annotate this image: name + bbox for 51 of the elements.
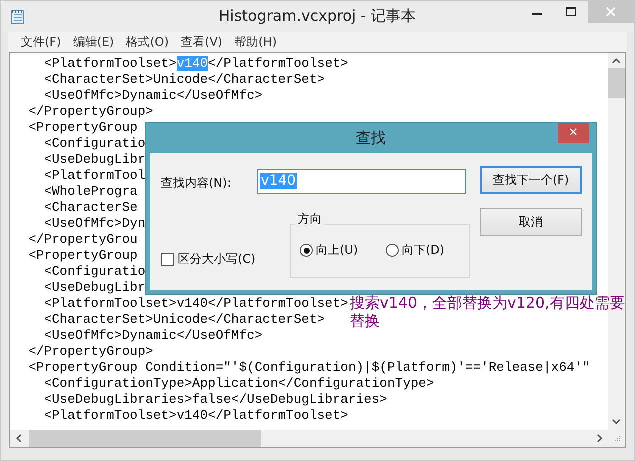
code-line: <UseOfMfc>Dynamic</UseOfMfc> xyxy=(43,328,263,344)
menu-item[interactable]: 编辑(E) xyxy=(69,34,118,50)
code-line: <CharacterSet>Unicode</CharacterSet> xyxy=(43,72,326,88)
scroll-right-icon[interactable] xyxy=(596,434,602,443)
code-line: <UseDebugLibr xyxy=(43,152,146,168)
annotation-text: 搜索v140，全部替换为v120,有四处需要替换 xyxy=(350,294,626,330)
code-line: <UseOfMfc>Dynamic</UseOfMfc> xyxy=(43,88,263,104)
maximize-icon xyxy=(566,7,576,17)
dialog-title: 查找 xyxy=(356,128,386,148)
code-line: <PropertyGroup Condition="'$(Configuration)|$(Platform)'=='Release|x64'" xyxy=(28,360,590,376)
scrollbar-thumb[interactable] xyxy=(608,68,625,98)
find-label: 查找内容(N): xyxy=(161,175,232,192)
code-line: <CharacterSet>Unicode</CharacterSet> xyxy=(43,312,326,328)
find-next-button[interactable]: 查找下一个(F) xyxy=(480,166,582,194)
menu-item[interactable]: 格式(O) xyxy=(122,34,174,50)
scroll-down-icon[interactable] xyxy=(612,419,621,425)
window-title: Histogram.vcxproj - 记事本 xyxy=(218,7,416,25)
code-line: <Configuratio xyxy=(43,264,146,280)
scroll-left-icon[interactable] xyxy=(16,434,22,443)
code-line: <UseDebugLibr xyxy=(43,280,146,296)
notepad-icon xyxy=(11,8,25,24)
code-line: </PropertyGroup> xyxy=(28,344,154,360)
close-button[interactable]: × xyxy=(558,123,589,143)
radio-button[interactable] xyxy=(300,244,313,257)
code-line: <PlatformToolset>v140</PlatformToolset> xyxy=(43,56,348,72)
code-line: <WholeProgra xyxy=(43,184,138,200)
code-line: </PropertyGrou xyxy=(28,232,138,248)
menu-item[interactable]: 文件(F) xyxy=(17,34,66,50)
code-line: <ConfigurationType>Application</ConfigurationType> xyxy=(43,376,434,392)
scrollbar-thumb[interactable] xyxy=(29,430,261,447)
code-line: <PlatformTool xyxy=(43,168,146,184)
checkbox[interactable] xyxy=(161,253,174,266)
radio-button[interactable] xyxy=(386,244,399,257)
code-line: </PropertyGroup> xyxy=(28,104,154,120)
code-line: <CharacterSe xyxy=(43,200,138,216)
code-line: <PropertyGroup xyxy=(28,248,139,264)
menu-item[interactable]: 查看(V) xyxy=(177,34,227,50)
cancel-button[interactable]: 取消 xyxy=(480,208,582,236)
code-line: <PropertyGroup xyxy=(28,120,139,136)
code-line: <UseDebugLibraries>false</UseDebugLibraries> xyxy=(43,392,388,408)
checkbox-label: 区分大小写(C) xyxy=(178,251,256,268)
code-line: <Configuratio xyxy=(43,136,146,152)
group-title: 方向 xyxy=(295,211,325,228)
radio-label: 向上(U) xyxy=(316,242,358,259)
close-icon xyxy=(606,7,616,17)
menu-item[interactable]: 帮助(H) xyxy=(230,34,281,50)
radio-label: 向下(D) xyxy=(402,242,445,259)
scroll-up-icon[interactable] xyxy=(612,58,621,64)
code-line: <UseOfMfc>Dyn xyxy=(43,216,146,232)
code-line: <PlatformToolset>v140</PlatformToolset> xyxy=(43,408,348,424)
code-line: <PlatformToolset>v140</PlatformToolset> xyxy=(43,296,348,312)
